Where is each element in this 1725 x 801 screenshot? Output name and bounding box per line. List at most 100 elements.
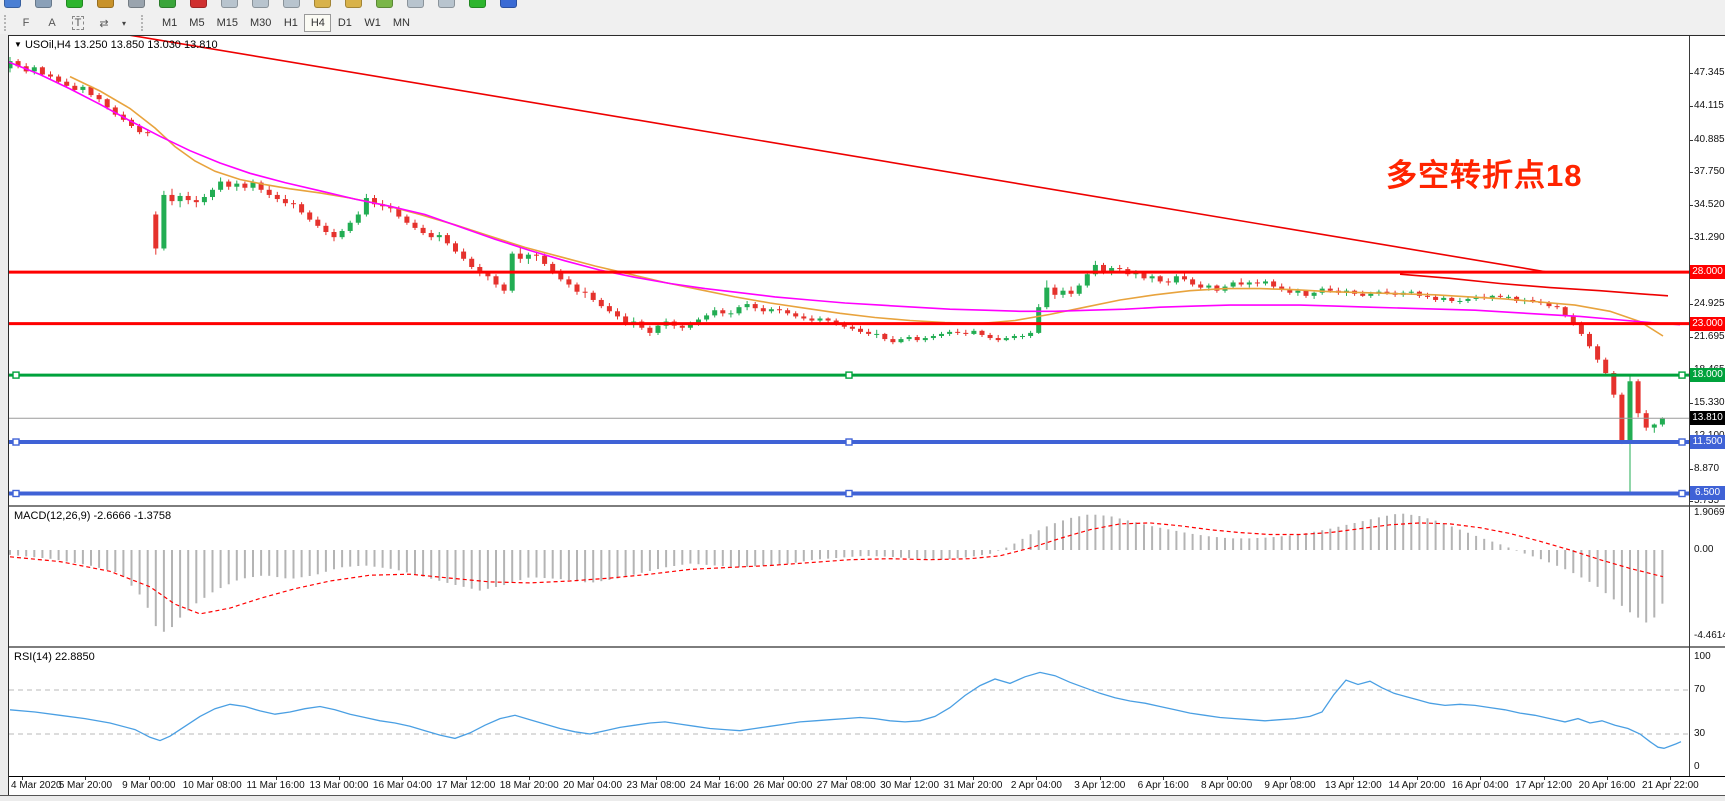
rsi-canvas[interactable] (9, 648, 1689, 776)
info-icon[interactable] (500, 0, 517, 8)
line-handle[interactable] (1679, 490, 1685, 496)
macd-tick-label: 0.00 (1694, 544, 1724, 555)
candle (1166, 278, 1171, 285)
timeframe-button-H1[interactable]: H1 (277, 14, 304, 32)
time-axis-label: 30 Mar 12:00 (880, 780, 939, 791)
toolbar-main (0, 0, 1725, 12)
hfit-icon-4[interactable] (407, 0, 424, 8)
candle (923, 336, 928, 342)
candle (48, 71, 53, 78)
candle (1644, 410, 1649, 431)
cursor-mode-icon[interactable]: ⇄ (93, 15, 115, 32)
macd-tick-label: -4.4614 (1694, 630, 1724, 641)
price-tick-label: 34.520 (1694, 199, 1724, 210)
candle (445, 233, 450, 245)
candle (1263, 279, 1268, 285)
hfit-icon-3[interactable] (283, 0, 300, 8)
line-handle[interactable] (1679, 372, 1685, 378)
candle (1652, 423, 1657, 432)
candle (615, 308, 620, 319)
candle (1587, 332, 1592, 348)
pane-splitter-macd[interactable] (9, 505, 1725, 507)
candle (1457, 298, 1462, 304)
candle (890, 336, 895, 344)
timeframe-button-M5[interactable]: M5 (183, 14, 210, 32)
candle (356, 211, 361, 224)
timeframe-button-MN[interactable]: MN (387, 14, 416, 32)
candle (1231, 280, 1236, 288)
line-handle[interactable] (846, 490, 852, 496)
search-icon[interactable] (35, 0, 52, 8)
grid-fibo-icon[interactable]: F (15, 15, 37, 32)
pane-splitter-rsi[interactable] (9, 646, 1725, 648)
publish-icon[interactable] (159, 0, 176, 8)
candle (1595, 344, 1600, 363)
chart-title: ▼ USOil,H4 13.250 13.850 13.030 13.810 (14, 39, 218, 51)
line-handle[interactable] (13, 372, 19, 378)
main-chart-canvas[interactable] (9, 36, 1689, 505)
palette-icon[interactable] (376, 0, 393, 8)
candle (194, 196, 199, 207)
candle (80, 85, 85, 93)
candle (1603, 358, 1608, 376)
candle (348, 221, 353, 233)
price-tick-label: 37.750 (1694, 166, 1724, 177)
line-handle[interactable] (846, 439, 852, 445)
candle (1052, 285, 1057, 299)
hfit-icon-5[interactable] (438, 0, 455, 8)
line-handle[interactable] (846, 372, 852, 378)
stop-icon[interactable] (190, 0, 207, 8)
line-handle[interactable] (1679, 439, 1685, 445)
time-axis-label: 27 Mar 08:00 (817, 780, 876, 791)
time-axis-label: 20 Apr 16:00 (1579, 780, 1636, 791)
time-scale[interactable]: 4 Mar 20205 Mar 20:009 Mar 00:0010 Mar 0… (9, 777, 1725, 796)
time-axis-label: 31 Mar 20:00 (944, 780, 1003, 791)
candle (202, 194, 207, 205)
line-handle[interactable] (13, 490, 19, 496)
candle (785, 308, 790, 315)
candle (178, 193, 183, 207)
candle (769, 307, 774, 313)
coin-icon[interactable] (97, 0, 114, 8)
toolbar-grip[interactable] (4, 15, 9, 31)
candle (1004, 336, 1009, 341)
hfit-icon-1[interactable] (221, 0, 238, 8)
add-indicator-icon[interactable] (469, 0, 486, 8)
toolbar-timeframes: FAT⇄▾ M1M5M15M30H1H4D1W1MN (0, 12, 1725, 34)
pencil-icon-1[interactable] (314, 0, 331, 8)
candle (1085, 272, 1090, 287)
hfit-icon-2[interactable] (252, 0, 269, 8)
candle (340, 229, 345, 239)
candle (988, 333, 993, 340)
candle (170, 189, 175, 205)
add-chart-icon[interactable] (66, 0, 83, 8)
timeframe-button-H4[interactable]: H4 (304, 14, 331, 32)
text-box-icon[interactable]: T (67, 15, 89, 32)
chart-dropdown-icon[interactable]: ▼ (14, 40, 22, 49)
rsi-tick-label: 70 (1694, 684, 1724, 695)
line-handle[interactable] (13, 439, 19, 445)
candle (947, 330, 952, 336)
time-axis-label: 18 Mar 20:00 (500, 780, 559, 791)
candle (429, 230, 434, 240)
timeframe-button-W1[interactable]: W1 (358, 14, 387, 32)
candle (866, 329, 871, 336)
new-order-icon[interactable] (4, 0, 21, 8)
timeframe-button-M30[interactable]: M30 (244, 14, 277, 32)
timeframe-button-D1[interactable]: D1 (331, 14, 358, 32)
macd-canvas[interactable] (9, 507, 1689, 646)
dropdown-caret-icon[interactable]: ▾ (113, 15, 135, 32)
trendline-red[interactable] (100, 36, 1548, 272)
candle (218, 177, 223, 191)
print-icon[interactable] (128, 0, 145, 8)
text-label-icon[interactable]: A (41, 15, 63, 32)
candle (1150, 274, 1155, 282)
time-axis-label: 24 Mar 16:00 (690, 780, 749, 791)
candle (1069, 287, 1074, 297)
timeframe-button-M15[interactable]: M15 (211, 14, 244, 32)
candle (931, 334, 936, 340)
toolbar-grip-2[interactable] (141, 15, 146, 31)
time-axis-label: 3 Apr 12:00 (1074, 780, 1125, 791)
timeframe-button-M1[interactable]: M1 (156, 14, 183, 32)
pencil-icon-2[interactable] (345, 0, 362, 8)
